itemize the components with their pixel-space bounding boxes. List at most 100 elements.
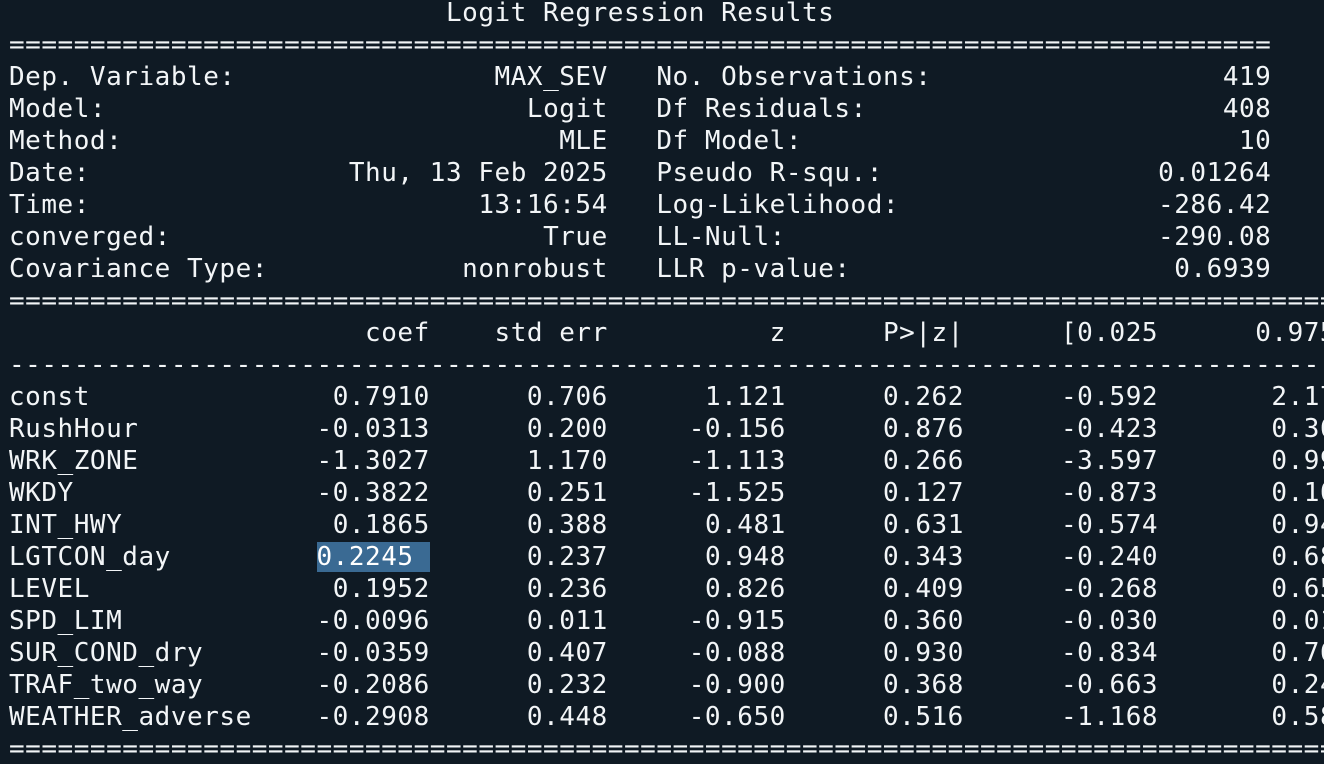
variable-name: RushHour xyxy=(9,414,139,444)
summary-value: True xyxy=(543,222,608,252)
table-cell: -0.156 xyxy=(688,414,786,444)
table-cell: 0.237 xyxy=(526,542,608,572)
table-cell: 0.232 xyxy=(526,670,608,700)
table-cell: 0.930 xyxy=(882,638,964,668)
summary-value: Logit xyxy=(526,94,608,124)
variable-name: WEATHER_adverse xyxy=(9,702,252,732)
table-cell: 0.991 xyxy=(1271,446,1324,476)
table-cell: 0.109 xyxy=(1271,478,1324,508)
table-cell: -0.2086 xyxy=(316,670,430,700)
summary-label: Model: xyxy=(9,94,107,124)
table-cell: 0.876 xyxy=(882,414,964,444)
summary-value: -290.08 xyxy=(1158,222,1272,252)
table-cell: -0.900 xyxy=(688,670,786,700)
table-cell: 1.170 xyxy=(526,446,608,476)
summary-value: MAX_SEV xyxy=(494,62,608,92)
table-cell: 0.266 xyxy=(882,446,964,476)
table-cell: -0.088 xyxy=(688,638,786,668)
table-cell: 0.1865 xyxy=(332,510,430,540)
summary-value: 419 xyxy=(1222,62,1272,92)
table-cell: -0.834 xyxy=(1061,638,1159,668)
table-cell: 0.360 xyxy=(882,606,964,636)
summary-label: Dep. Variable: xyxy=(9,62,236,92)
table-cell: 0.826 xyxy=(704,574,786,604)
table-cell: -1.3027 xyxy=(316,446,430,476)
table-cell: 0.262 xyxy=(882,382,964,412)
table-cell: 0.658 xyxy=(1271,574,1324,604)
summary-value: 0.6939 xyxy=(1174,254,1272,284)
table-cell: 0.516 xyxy=(882,702,964,732)
table-cell: -0.663 xyxy=(1061,670,1159,700)
table-cell: -0.268 xyxy=(1061,574,1159,604)
summary-label: Pseudo R-squ.: xyxy=(656,158,883,188)
column-header: [0.025 xyxy=(1060,318,1159,348)
table-cell: -0.0359 xyxy=(316,638,430,668)
table-cell: 0.407 xyxy=(526,638,608,668)
table-cell: 0.251 xyxy=(526,478,608,508)
variable-name: SUR_COND_dry xyxy=(9,638,204,668)
table-cell: 2.174 xyxy=(1271,382,1324,412)
summary-label: Time: xyxy=(9,190,90,220)
summary-label: Df Residuals: xyxy=(656,94,867,124)
variable-name: LEVEL xyxy=(9,574,90,604)
column-header: 0.975] xyxy=(1255,318,1324,348)
table-cell: -1.113 xyxy=(688,446,786,476)
separator-double-line: ========================================… xyxy=(9,734,1324,764)
table-cell: 0.762 xyxy=(1271,638,1324,668)
variable-name: LGTCON_day xyxy=(9,542,171,572)
variable-name: SPD_LIM xyxy=(9,606,123,636)
column-header: std err xyxy=(494,318,608,348)
table-cell: -0.574 xyxy=(1061,510,1159,540)
table-cell: 0.409 xyxy=(882,574,964,604)
table-cell: 0.631 xyxy=(882,510,964,540)
table-cell: 0.1952 xyxy=(332,574,430,604)
summary-label: converged: xyxy=(9,222,171,252)
report-title: Logit Regression Results xyxy=(445,0,835,28)
table-cell: 0.586 xyxy=(1271,702,1324,732)
summary-label: Log-Likelihood: xyxy=(656,190,900,220)
variable-name: const xyxy=(9,382,90,412)
summary-label: No. Observations: xyxy=(656,62,932,92)
table-cell: -0.592 xyxy=(1061,382,1159,412)
table-cell: 0.127 xyxy=(882,478,964,508)
table-cell: -0.915 xyxy=(688,606,786,636)
separator-dash-line: ----------------------------------------… xyxy=(9,350,1324,380)
table-cell: 1.121 xyxy=(704,382,786,412)
column-header: P>|z| xyxy=(882,318,964,348)
summary-value: 10 xyxy=(1238,126,1272,156)
selected-cell: 0.2245 xyxy=(316,542,430,572)
table-cell: 0.368 xyxy=(882,670,964,700)
summary-value: Thu, 13 Feb 2025 xyxy=(348,158,608,188)
table-cell: 0.236 xyxy=(526,574,608,604)
column-header: coef xyxy=(365,318,430,348)
table-cell: -1.168 xyxy=(1060,702,1159,732)
table-cell: -0.240 xyxy=(1061,542,1159,572)
summary-label: LL-Null: xyxy=(656,222,786,252)
table-cell: 0.448 xyxy=(526,702,608,732)
table-cell: -0.3822 xyxy=(316,478,430,508)
regression-output[interactable]: Logit Regression Results ===============… xyxy=(9,0,1324,764)
summary-value: nonrobust xyxy=(462,254,608,284)
variable-name: TRAF_two_way xyxy=(9,670,204,700)
separator-double-line: ========================================… xyxy=(9,30,1272,60)
summary-value: 408 xyxy=(1222,94,1272,124)
variable-name: INT_HWY xyxy=(9,510,123,540)
table-cell: 0.706 xyxy=(526,382,608,412)
summary-label: Covariance Type: xyxy=(9,254,268,284)
variable-name: WRK_ZONE xyxy=(9,446,139,476)
table-cell: -3.597 xyxy=(1061,446,1159,476)
table-cell: -0.650 xyxy=(688,702,786,732)
table-cell: 0.011 xyxy=(526,606,608,636)
table-cell: -0.873 xyxy=(1061,478,1159,508)
variable-name: WKDY xyxy=(9,478,74,508)
summary-label: LLR p-value: xyxy=(656,254,851,284)
terminal-window[interactable]: Logit Regression Results ===============… xyxy=(0,0,1324,764)
table-cell: 0.246 xyxy=(1271,670,1324,700)
summary-label: Df Model: xyxy=(656,126,803,156)
table-cell: 0.689 xyxy=(1271,542,1324,572)
table-cell: 0.481 xyxy=(704,510,786,540)
table-cell: -0.030 xyxy=(1061,606,1159,636)
table-cell: 0.200 xyxy=(526,414,608,444)
separator-double-line: ========================================… xyxy=(9,286,1324,316)
table-cell: -0.423 xyxy=(1061,414,1159,444)
